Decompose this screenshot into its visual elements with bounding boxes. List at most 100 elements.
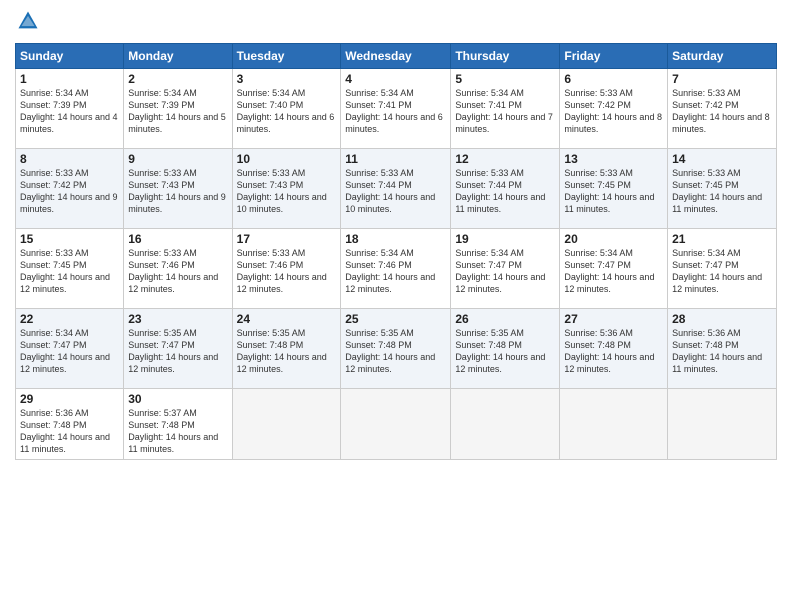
calendar-cell: 22 Sunrise: 5:34 AMSunset: 7:47 PMDaylig…: [16, 309, 124, 389]
day-number: 14: [672, 152, 772, 166]
calendar-cell: 1 Sunrise: 5:34 AMSunset: 7:39 PMDayligh…: [16, 69, 124, 149]
day-info: Sunrise: 5:33 AMSunset: 7:44 PMDaylight:…: [345, 168, 435, 214]
day-info: Sunrise: 5:34 AMSunset: 7:39 PMDaylight:…: [128, 88, 226, 134]
calendar-week-row: 15 Sunrise: 5:33 AMSunset: 7:45 PMDaylig…: [16, 229, 777, 309]
day-info: Sunrise: 5:36 AMSunset: 7:48 PMDaylight:…: [672, 328, 762, 374]
day-info: Sunrise: 5:35 AMSunset: 7:48 PMDaylight:…: [237, 328, 327, 374]
calendar-cell: 27 Sunrise: 5:36 AMSunset: 7:48 PMDaylig…: [560, 309, 668, 389]
calendar-cell: 8 Sunrise: 5:33 AMSunset: 7:42 PMDayligh…: [16, 149, 124, 229]
calendar-cell: 26 Sunrise: 5:35 AMSunset: 7:48 PMDaylig…: [451, 309, 560, 389]
day-info: Sunrise: 5:34 AMSunset: 7:47 PMDaylight:…: [672, 248, 762, 294]
day-number: 30: [128, 392, 227, 406]
calendar-week-row: 8 Sunrise: 5:33 AMSunset: 7:42 PMDayligh…: [16, 149, 777, 229]
day-info: Sunrise: 5:36 AMSunset: 7:48 PMDaylight:…: [20, 408, 110, 454]
calendar-cell: 28 Sunrise: 5:36 AMSunset: 7:48 PMDaylig…: [668, 309, 777, 389]
weekday-header: Friday: [560, 44, 668, 69]
day-info: Sunrise: 5:35 AMSunset: 7:47 PMDaylight:…: [128, 328, 218, 374]
day-number: 26: [455, 312, 555, 326]
calendar-cell: 4 Sunrise: 5:34 AMSunset: 7:41 PMDayligh…: [341, 69, 451, 149]
day-info: Sunrise: 5:33 AMSunset: 7:46 PMDaylight:…: [128, 248, 218, 294]
calendar-cell: [232, 389, 341, 460]
weekday-header: Thursday: [451, 44, 560, 69]
day-info: Sunrise: 5:34 AMSunset: 7:41 PMDaylight:…: [345, 88, 443, 134]
calendar-cell: 3 Sunrise: 5:34 AMSunset: 7:40 PMDayligh…: [232, 69, 341, 149]
calendar-cell: 10 Sunrise: 5:33 AMSunset: 7:43 PMDaylig…: [232, 149, 341, 229]
calendar-cell: 7 Sunrise: 5:33 AMSunset: 7:42 PMDayligh…: [668, 69, 777, 149]
day-info: Sunrise: 5:33 AMSunset: 7:44 PMDaylight:…: [455, 168, 545, 214]
calendar-cell: [560, 389, 668, 460]
logo: [15, 10, 43, 37]
day-info: Sunrise: 5:33 AMSunset: 7:42 PMDaylight:…: [672, 88, 770, 134]
day-info: Sunrise: 5:33 AMSunset: 7:42 PMDaylight:…: [20, 168, 118, 214]
calendar-cell: 14 Sunrise: 5:33 AMSunset: 7:45 PMDaylig…: [668, 149, 777, 229]
day-number: 17: [237, 232, 337, 246]
day-number: 25: [345, 312, 446, 326]
calendar-cell: 29 Sunrise: 5:36 AMSunset: 7:48 PMDaylig…: [16, 389, 124, 460]
day-info: Sunrise: 5:33 AMSunset: 7:45 PMDaylight:…: [564, 168, 654, 214]
day-number: 6: [564, 72, 663, 86]
calendar-week-row: 22 Sunrise: 5:34 AMSunset: 7:47 PMDaylig…: [16, 309, 777, 389]
calendar-cell: 20 Sunrise: 5:34 AMSunset: 7:47 PMDaylig…: [560, 229, 668, 309]
calendar-cell: [341, 389, 451, 460]
day-number: 2: [128, 72, 227, 86]
calendar-cell: 2 Sunrise: 5:34 AMSunset: 7:39 PMDayligh…: [124, 69, 232, 149]
day-info: Sunrise: 5:34 AMSunset: 7:46 PMDaylight:…: [345, 248, 435, 294]
day-number: 12: [455, 152, 555, 166]
day-number: 20: [564, 232, 663, 246]
calendar-cell: 11 Sunrise: 5:33 AMSunset: 7:44 PMDaylig…: [341, 149, 451, 229]
day-number: 9: [128, 152, 227, 166]
day-info: Sunrise: 5:33 AMSunset: 7:45 PMDaylight:…: [672, 168, 762, 214]
calendar-cell: [451, 389, 560, 460]
day-number: 7: [672, 72, 772, 86]
calendar-cell: 23 Sunrise: 5:35 AMSunset: 7:47 PMDaylig…: [124, 309, 232, 389]
day-info: Sunrise: 5:33 AMSunset: 7:46 PMDaylight:…: [237, 248, 327, 294]
day-number: 13: [564, 152, 663, 166]
day-info: Sunrise: 5:35 AMSunset: 7:48 PMDaylight:…: [345, 328, 435, 374]
calendar-cell: 24 Sunrise: 5:35 AMSunset: 7:48 PMDaylig…: [232, 309, 341, 389]
calendar-week-row: 29 Sunrise: 5:36 AMSunset: 7:48 PMDaylig…: [16, 389, 777, 460]
calendar-cell: 18 Sunrise: 5:34 AMSunset: 7:46 PMDaylig…: [341, 229, 451, 309]
calendar-cell: 12 Sunrise: 5:33 AMSunset: 7:44 PMDaylig…: [451, 149, 560, 229]
day-info: Sunrise: 5:36 AMSunset: 7:48 PMDaylight:…: [564, 328, 654, 374]
day-info: Sunrise: 5:33 AMSunset: 7:45 PMDaylight:…: [20, 248, 110, 294]
day-info: Sunrise: 5:34 AMSunset: 7:47 PMDaylight:…: [455, 248, 545, 294]
day-number: 11: [345, 152, 446, 166]
calendar-cell: 25 Sunrise: 5:35 AMSunset: 7:48 PMDaylig…: [341, 309, 451, 389]
day-info: Sunrise: 5:33 AMSunset: 7:43 PMDaylight:…: [237, 168, 327, 214]
weekday-header-row: SundayMondayTuesdayWednesdayThursdayFrid…: [16, 44, 777, 69]
day-info: Sunrise: 5:33 AMSunset: 7:42 PMDaylight:…: [564, 88, 662, 134]
day-number: 22: [20, 312, 119, 326]
day-number: 21: [672, 232, 772, 246]
day-number: 29: [20, 392, 119, 406]
header: [15, 10, 777, 37]
day-info: Sunrise: 5:34 AMSunset: 7:39 PMDaylight:…: [20, 88, 118, 134]
weekday-header: Monday: [124, 44, 232, 69]
day-number: 19: [455, 232, 555, 246]
weekday-header: Sunday: [16, 44, 124, 69]
day-number: 18: [345, 232, 446, 246]
day-number: 4: [345, 72, 446, 86]
logo-icon: [17, 10, 39, 32]
day-number: 5: [455, 72, 555, 86]
day-number: 1: [20, 72, 119, 86]
calendar-cell: 15 Sunrise: 5:33 AMSunset: 7:45 PMDaylig…: [16, 229, 124, 309]
day-info: Sunrise: 5:37 AMSunset: 7:48 PMDaylight:…: [128, 408, 218, 454]
calendar-cell: 21 Sunrise: 5:34 AMSunset: 7:47 PMDaylig…: [668, 229, 777, 309]
calendar-cell: [668, 389, 777, 460]
weekday-header: Wednesday: [341, 44, 451, 69]
weekday-header: Saturday: [668, 44, 777, 69]
day-info: Sunrise: 5:34 AMSunset: 7:40 PMDaylight:…: [237, 88, 335, 134]
calendar-table: SundayMondayTuesdayWednesdayThursdayFrid…: [15, 43, 777, 460]
day-number: 24: [237, 312, 337, 326]
day-number: 10: [237, 152, 337, 166]
day-number: 23: [128, 312, 227, 326]
day-number: 3: [237, 72, 337, 86]
day-number: 8: [20, 152, 119, 166]
calendar-cell: 17 Sunrise: 5:33 AMSunset: 7:46 PMDaylig…: [232, 229, 341, 309]
calendar-cell: 19 Sunrise: 5:34 AMSunset: 7:47 PMDaylig…: [451, 229, 560, 309]
day-number: 28: [672, 312, 772, 326]
calendar-cell: 30 Sunrise: 5:37 AMSunset: 7:48 PMDaylig…: [124, 389, 232, 460]
calendar-cell: 6 Sunrise: 5:33 AMSunset: 7:42 PMDayligh…: [560, 69, 668, 149]
day-info: Sunrise: 5:34 AMSunset: 7:41 PMDaylight:…: [455, 88, 553, 134]
day-number: 16: [128, 232, 227, 246]
